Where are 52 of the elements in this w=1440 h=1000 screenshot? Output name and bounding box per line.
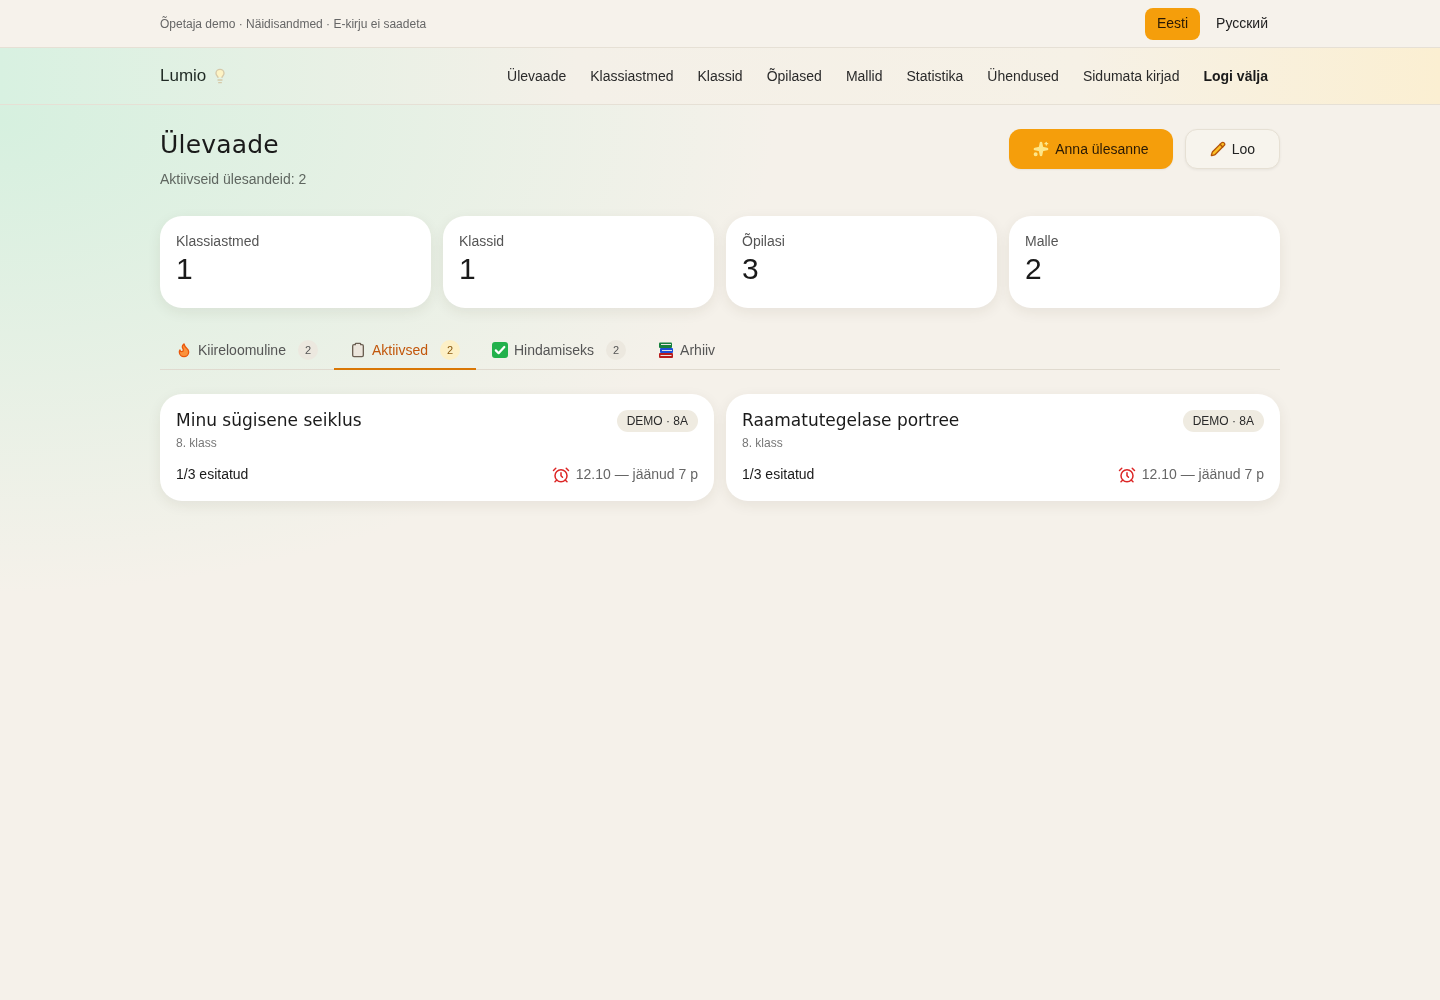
grade-label: 8. klass <box>742 435 783 452</box>
brand-name[interactable]: Lumio <box>160 63 207 89</box>
flame-icon <box>176 342 192 358</box>
nav-link[interactable]: Klassid <box>685 65 755 87</box>
class-tag: DEMO · 8A <box>1182 410 1264 432</box>
nav-link[interactable]: Ülevaade <box>495 65 579 87</box>
language-button[interactable]: Русский <box>1204 7 1280 40</box>
alarm-clock-icon <box>1117 465 1136 484</box>
clipboard-icon <box>349 342 366 358</box>
nav-link[interactable]: Õpilased <box>754 65 834 87</box>
books-icon <box>658 342 675 358</box>
alarm-clock-icon <box>551 465 570 484</box>
stat-label: Õpilasi <box>742 232 785 250</box>
nav-link[interactable]: Ühendused <box>975 65 1071 87</box>
tab[interactable]: Hindamiseks 2 <box>475 332 643 370</box>
stat-value: 1 <box>176 251 193 287</box>
tab[interactable]: Arhiiv <box>642 332 732 370</box>
submission-count: 1/3 esitatud <box>742 465 815 484</box>
tab-count: 2 <box>439 340 460 360</box>
pencil-icon <box>1209 141 1226 157</box>
logout-link[interactable]: Logi välja <box>1191 65 1280 87</box>
assignment-title: Raamatutegelase portree <box>742 409 960 432</box>
class-tag: DEMO · 8A <box>616 410 698 432</box>
checkmark-icon <box>491 342 508 358</box>
stat-value: 3 <box>742 251 759 287</box>
stat-label: Malle <box>1025 232 1059 250</box>
tab[interactable]: Kiireloomuline 2 <box>160 332 334 370</box>
due-date: 12.10 — jäänud 7 p <box>575 465 698 484</box>
grade-label: 8. klass <box>176 435 217 452</box>
due-date: 12.10 — jäänud 7 p <box>1141 465 1264 484</box>
page-subtitle: Aktiivseid ülesandeid: 2 <box>160 170 307 189</box>
tab-count: 2 <box>297 340 318 360</box>
demo-notice: Õpetaja demo · Näidisandmed · E-kirju ei saadeta <box>160 15 427 33</box>
create-button[interactable]: Loo <box>1184 129 1280 169</box>
tab-count: 2 <box>606 340 627 360</box>
stat-value: 1 <box>459 251 476 287</box>
assign-task-button[interactable]: Anna ülesanne <box>1009 129 1173 169</box>
page-title: Ülevaade <box>160 129 279 161</box>
sparkles-icon <box>1033 141 1050 157</box>
assignment-title: Minu sügisene seiklus <box>176 409 362 432</box>
stat-label: Klassid <box>459 232 505 250</box>
nav-link[interactable]: Statistika <box>894 65 976 87</box>
stat-value: 2 <box>1025 251 1042 287</box>
submission-count: 1/3 esitatud <box>176 465 249 484</box>
stat-label: Klassiastmed <box>176 232 260 250</box>
assignment-card[interactable]: Raamatutegelase portree 8. klass DEMO · 8A 1/3 esitatud 12.10 — jäänud 7 p <box>726 394 1280 501</box>
language-button[interactable]: Eesti <box>1144 7 1201 40</box>
nav-link[interactable]: Sidumata kirjad <box>1070 65 1192 87</box>
nav-link[interactable]: Klassiastmed <box>578 65 686 87</box>
tab[interactable]: Aktiivsed 2 <box>333 332 476 370</box>
nav-link[interactable]: Mallid <box>833 65 895 87</box>
assignment-card[interactable]: Minu sügisene seiklus 8. klass DEMO · 8A 1/3 esitatud 12.10 — jäänud 7 p <box>160 394 714 501</box>
